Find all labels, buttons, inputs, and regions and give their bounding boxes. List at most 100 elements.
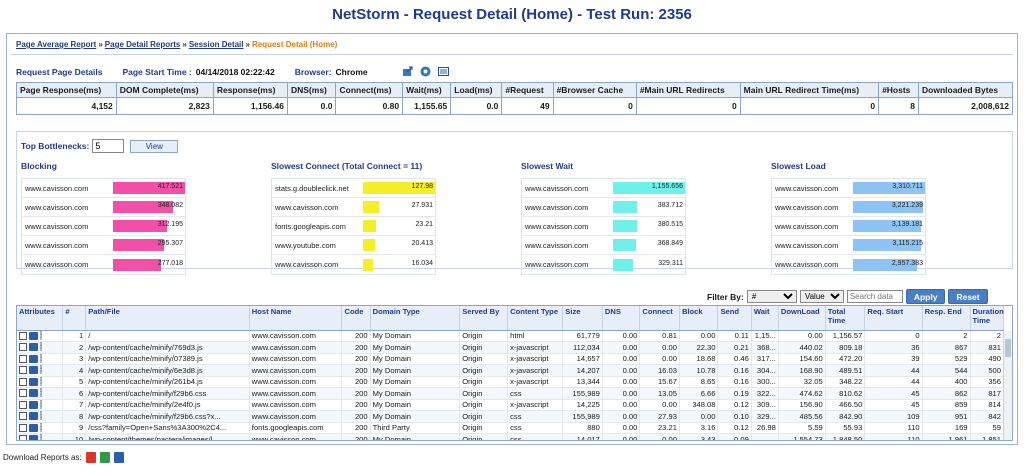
table-row[interactable]: ⸽ 3/wp-content/cache/minify/07389.js www.c… [17,353,1005,365]
document-icon[interactable] [19,343,27,352]
table-cell: /wp-content/cache/minify/f29b6.css [85,387,250,400]
details-icon[interactable] [29,366,38,375]
bottlenecks-count-input[interactable] [92,139,125,153]
table-cell: x-javascript [507,341,564,354]
table-row[interactable]: ⸽ 6/wp-content/cache/minify/f29b6.css www.… [17,387,1005,400]
chrome-icon[interactable] [420,66,431,77]
reset-button[interactable]: Reset [948,289,988,304]
table-cell: Origin [459,399,509,411]
table-cell: 0.46 [717,353,752,365]
table-row[interactable]: ⸽ 10/wp-content/themes/pactera/images/l..… [17,433,1005,440]
grid-header[interactable]: Content Type [507,306,564,331]
table-cell: 348.08 [679,399,719,411]
breadcrumb-session-detail[interactable]: Session Detail [189,40,244,49]
table-row[interactable]: ⸽ 8/wp-content/cache/minify/f29b6.css?x..… [17,410,1005,423]
table-row[interactable]: ⸽ 1/www.cavisson.com 200 My Domain Origin htm… [17,330,1005,342]
table-cell: /wp-content/cache/minify/07389.js [85,353,250,365]
grid-header[interactable]: Attributes [17,306,64,331]
breadcrumb-separator: » [245,40,250,49]
details-icon[interactable] [29,412,38,421]
connect-value: 20.413 [411,240,433,247]
table-row[interactable]: ⸽ 7/wp-content/cache/minify/2e4f0.js www.c… [17,399,1005,411]
table-row[interactable]: ⸽ 9/css?family=Open+Sans%3A300%2C4... font… [17,422,1005,434]
word-icon[interactable] [113,452,124,463]
connect-bar [363,239,375,251]
grid-header[interactable]: Host Name [249,306,343,331]
details-icon[interactable] [29,389,38,398]
grid-header[interactable]: DownLoad [778,306,826,331]
table-cell: 0.00 [639,433,680,440]
grid-header[interactable]: Resp. End [922,306,971,331]
pdf-icon[interactable] [85,452,96,463]
grid-header[interactable]: Path/File [85,306,250,331]
grid-header[interactable]: DNS [602,306,641,331]
connect-value: 16.034 [411,259,433,267]
tree-icon[interactable]: ⸽ [40,400,49,409]
screenshot-icon[interactable] [437,66,449,77]
table-cell: 200 [341,341,371,354]
grid-header[interactable]: # [62,306,87,331]
table-row[interactable]: ⸽ 5/wp-content/cache/minify/261b4.js www.c… [17,376,1005,388]
grid-header[interactable]: Domain Type [370,306,461,331]
search-input[interactable] [846,290,903,303]
document-icon[interactable] [19,423,27,432]
connect-bar [363,220,377,232]
details-icon[interactable] [29,435,38,440]
table-cell: 7 [62,399,87,411]
breadcrumb-page-detail[interactable]: Page Detail Reports [105,40,181,49]
details-icon[interactable] [29,400,38,409]
table-row[interactable]: ⸽ 2/wp-content/cache/minify/769d3.js www.c… [17,341,1005,354]
tree-icon[interactable]: ⸽ [40,389,49,397]
table-row[interactable]: ⸽ 4/wp-content/cache/minify/6e3d8.js www.c… [17,364,1005,377]
filter-field-select[interactable]: # [746,290,797,303]
page-start-time: Page Start Time :04/14/2018 02:22:42 [122,66,275,77]
table-cell: 1,156.57 [825,330,866,342]
grid-header[interactable]: Block [679,306,719,331]
tree-icon[interactable]: ⸽ [40,343,49,351]
breadcrumb-page-average[interactable]: Page Average Report [16,40,96,49]
scrollbar-thumb[interactable] [1005,339,1011,357]
details-icon[interactable] [29,423,38,432]
tree-icon[interactable]: ⸽ [40,331,49,340]
grid-header[interactable]: Code [341,306,371,331]
document-icon[interactable] [19,400,27,409]
grid-header[interactable]: Req. Start [864,306,923,331]
filter-op-select[interactable]: Value [799,290,844,303]
table-cell: 322... [751,387,779,400]
details-icon[interactable] [29,331,38,340]
table-cell: 59 [970,422,1005,434]
document-icon[interactable] [19,412,27,421]
document-icon[interactable] [19,354,27,363]
load-bar-track: 2,957.383 [853,258,925,271]
details-icon[interactable] [29,343,38,352]
load-host: www.cavisson.com [775,240,839,250]
tree-icon[interactable]: ⸽ [40,412,49,420]
grid-header[interactable]: Send [717,306,752,331]
grid-header[interactable]: Size [562,306,603,331]
table-cell: Origin [459,330,509,342]
view-button[interactable]: View [130,139,179,153]
grid-header[interactable]: Served By [459,306,509,331]
document-icon[interactable] [19,331,27,340]
grid-header[interactable]: Connect [639,306,680,331]
tree-icon[interactable]: ⸽ [40,366,49,374]
excel-icon[interactable] [99,452,110,463]
tree-icon[interactable]: ⸽ [40,354,49,363]
document-icon[interactable] [19,389,27,398]
attributes-cell: ⸽ [17,353,64,365]
tree-icon[interactable]: ⸽ [40,435,49,440]
details-icon[interactable] [29,377,38,386]
document-icon[interactable] [19,435,27,440]
tree-icon[interactable]: ⸽ [40,423,49,432]
grid-header[interactable]: Total Time [825,306,866,331]
export-icon[interactable] [402,66,413,77]
grid-header[interactable]: Wait [751,306,779,331]
document-icon[interactable] [19,366,27,375]
tree-icon[interactable]: ⸽ [40,377,49,386]
vertical-scrollbar[interactable] [1003,331,1012,440]
document-icon[interactable] [19,377,27,386]
grid-header[interactable]: Duration Time [970,306,1005,331]
table-cell: 18.68 [679,353,719,365]
details-icon[interactable] [29,354,38,363]
apply-button[interactable]: Apply [905,289,946,304]
